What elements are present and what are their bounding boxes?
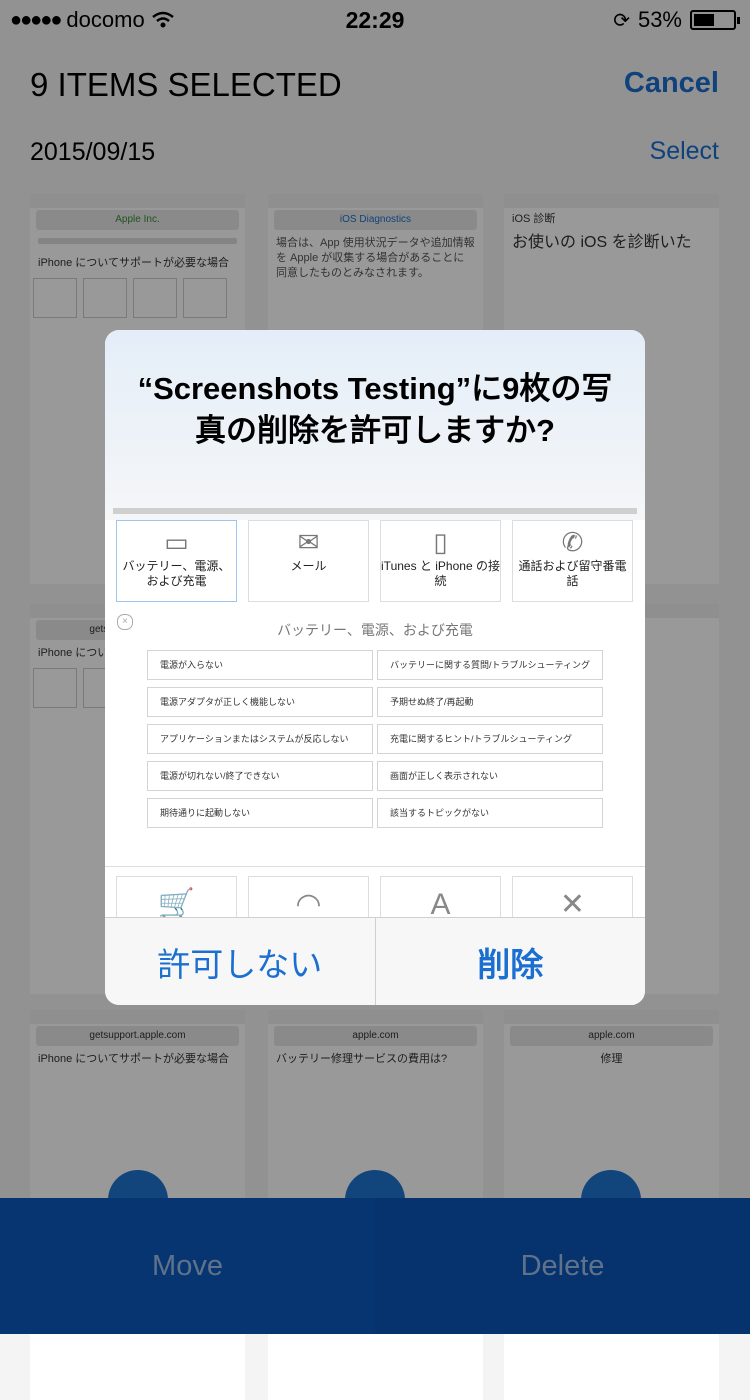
section-title: バッテリー、電源、および充電 [277, 622, 473, 638]
phone-icon: ✆ [561, 527, 584, 557]
alert-buttons: 許可しない 削除 [105, 917, 645, 1005]
topic-itunes[interactable]: ▯ iTunes と iPhone の接続 [380, 520, 501, 602]
mail-icon: ✉ [297, 527, 320, 557]
issue-item[interactable]: 電源が入らない [147, 650, 373, 680]
iphone-icon: ▯ [433, 527, 448, 557]
deny-button[interactable]: 許可しない [105, 918, 375, 1005]
issue-item[interactable]: 電源アダプタが正しく機能しない [147, 687, 373, 717]
alert-content: ▭ バッテリー、電源、および充電 ✉ メール ▯ iTunes と iPhone… [105, 520, 645, 917]
alert-title: “Screenshots Testing”に9枚の写真の削除を許可しますか? [137, 371, 613, 448]
permission-alert: “Screenshots Testing”に9枚の写真の削除を許可しますか? ▭… [105, 330, 645, 1005]
issue-item[interactable]: 期待通りに起動しない [147, 798, 373, 828]
topic-phone[interactable]: ✆ 通話および留守番電話 [512, 520, 633, 602]
issue-item[interactable]: 充電に関するヒント/トラブルシューティング [377, 724, 603, 754]
issue-item[interactable]: アプリケーションまたはシステムが反応しない [147, 724, 373, 754]
issue-item[interactable]: 画面が正しく表示されない [377, 761, 603, 791]
issue-item[interactable]: 予期せぬ終了/再起動 [377, 687, 603, 717]
topic-battery[interactable]: ▭ バッテリー、電源、および充電 [116, 520, 237, 602]
cart-icon[interactable]: 🛒 [116, 876, 237, 917]
battery-icon: ▭ [164, 527, 189, 557]
app-store-icon[interactable]: A [380, 876, 501, 917]
wifi-icon[interactable]: ◠ [248, 876, 369, 917]
issue-item[interactable]: バッテリーに関する質問/トラブルシューティング [377, 650, 603, 680]
confirm-delete-button[interactable]: 削除 [374, 918, 646, 1005]
tools-icon[interactable]: ✕ [512, 876, 633, 917]
issue-item[interactable]: 該当するトピックがない [377, 798, 603, 828]
issue-item[interactable]: 電源が切れない/終了できない [147, 761, 373, 791]
topic-mail[interactable]: ✉ メール [248, 520, 369, 602]
